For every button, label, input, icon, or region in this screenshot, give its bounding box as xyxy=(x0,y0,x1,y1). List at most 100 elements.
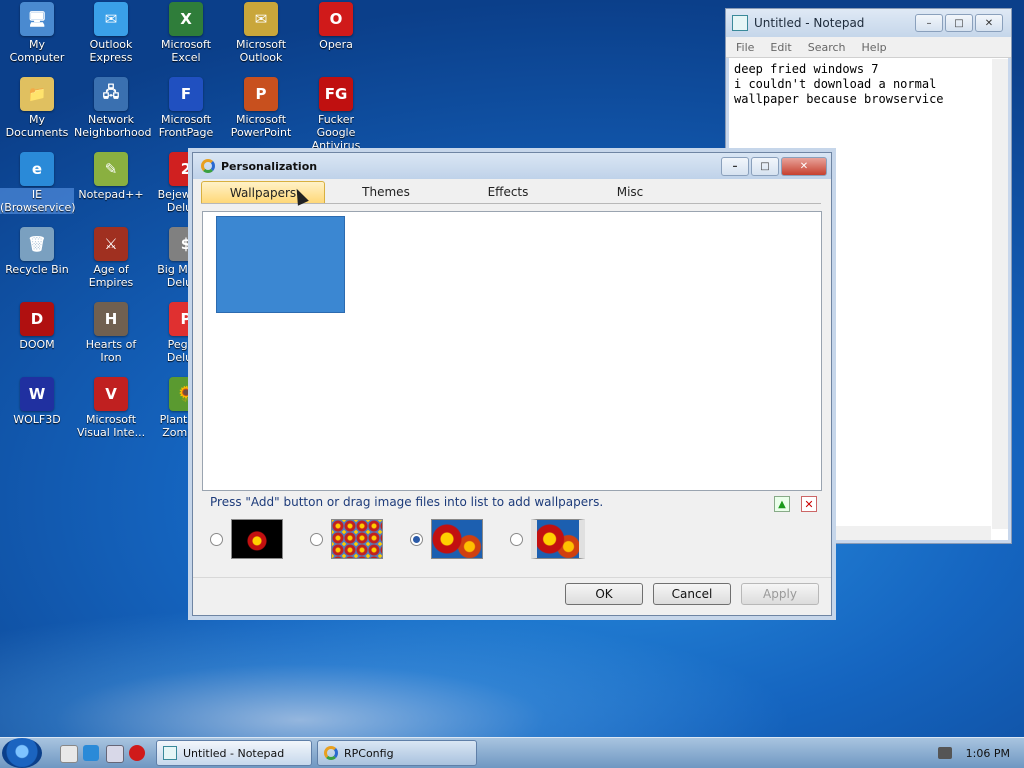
personalization-dialog: Personalization – □ ✕ Wallpapers Themes … xyxy=(192,152,832,616)
taskbar-label-rpconfig: RPConfig xyxy=(344,746,394,760)
doom-icon: D xyxy=(20,302,54,336)
desktop-icon-frontpage[interactable]: F Microsoft FrontPage xyxy=(149,77,223,139)
desktop-icon-label: Outlook Express xyxy=(89,38,133,64)
rpconfig-small-icon xyxy=(324,746,338,760)
desktop-icon-my-documents[interactable]: 📁 My Documents xyxy=(0,77,74,139)
desktop-icon-network[interactable]: 🖧 Network Neighborhood xyxy=(74,77,151,139)
wallpaper-thumbnail[interactable] xyxy=(216,216,345,313)
taskbar-item-rpconfig[interactable]: RPConfig xyxy=(317,740,477,766)
powerpoint-icon: P xyxy=(244,77,278,111)
notepad-menu: File Edit Search Help xyxy=(726,37,1011,58)
desktop-icon-my-computer[interactable]: 🖥 My Computer xyxy=(0,2,74,64)
dialog-maximize-button[interactable]: □ xyxy=(751,156,779,176)
quicklaunch-computer-icon[interactable] xyxy=(106,745,124,763)
desktop-icon-opera[interactable]: O Opera xyxy=(299,2,373,51)
maximize-button[interactable]: □ xyxy=(945,14,973,32)
desktop-icon-label: Notepad++ xyxy=(78,188,144,201)
system-tray: 1:06 PM xyxy=(928,738,1024,768)
taskbar: Untitled - Notepad RPConfig 1:06 PM xyxy=(0,737,1024,768)
desktop-icon-label: Microsoft Visual Inte... xyxy=(76,413,146,439)
desktop-icon-label: My Documents xyxy=(5,113,69,139)
rpconfig-logo-icon xyxy=(201,159,215,173)
desktop-icon-ie[interactable]: e IE (Browservice) xyxy=(0,152,76,214)
style-stretch-preview xyxy=(431,519,483,559)
dialog-close-button[interactable]: ✕ xyxy=(781,156,827,176)
outlook-express-icon: ✉ xyxy=(94,2,128,36)
desktop-icon-outlook-express[interactable]: ✉ Outlook Express xyxy=(74,2,148,64)
style-radio-stretch[interactable] xyxy=(410,532,423,546)
add-hint: Press "Add" button or drag image files i… xyxy=(210,495,604,509)
dialog-separator xyxy=(193,577,831,578)
style-fit-preview xyxy=(531,519,585,559)
style-option-stretch[interactable] xyxy=(410,519,483,559)
desktop-icon-hoi[interactable]: H Hearts of Iron xyxy=(74,302,148,364)
cancel-button[interactable]: Cancel xyxy=(653,583,731,605)
desktop-icon-aoe[interactable]: ⚔ Age of Empires xyxy=(74,227,148,289)
minimize-button[interactable]: – xyxy=(915,14,943,32)
desktop-icon-wolf3d[interactable]: W WOLF3D xyxy=(0,377,74,426)
quicklaunch-opera-icon[interactable] xyxy=(129,745,145,761)
hoi-icon: H xyxy=(94,302,128,336)
style-option-tile[interactable] xyxy=(310,519,383,559)
style-option-fit[interactable] xyxy=(510,519,585,559)
desktop-icon-outlook[interactable]: ✉ Microsoft Outlook xyxy=(224,2,298,64)
clock[interactable]: 1:06 PM xyxy=(966,747,1010,760)
desktop-icon-recycle-bin[interactable]: 🗑 Recycle Bin xyxy=(0,227,74,276)
notepadpp-icon: ✎ xyxy=(94,152,128,186)
style-radio-fit[interactable] xyxy=(510,532,523,546)
visual-interdev-icon: V xyxy=(94,377,128,411)
style-option-center[interactable] xyxy=(210,519,283,559)
quicklaunch-ie-icon[interactable] xyxy=(83,745,99,761)
desktop-icon-label: WOLF3D xyxy=(13,413,61,426)
remove-button[interactable]: ✕ xyxy=(801,496,817,512)
menu-search[interactable]: Search xyxy=(808,41,846,54)
desktop-icon-powerpoint[interactable]: P Microsoft PowerPoint xyxy=(224,77,298,139)
move-up-button[interactable]: ▲ xyxy=(774,496,790,512)
notepad-textarea[interactable]: deep fried windows 7 i couldn't download… xyxy=(726,58,1011,111)
notepad-titlebar[interactable]: Untitled - Notepad – □ ✕ xyxy=(726,9,1011,37)
notepad-title: Untitled - Notepad xyxy=(754,16,865,30)
tab-effects[interactable]: Effects xyxy=(447,181,569,203)
desktop-icon-label: Age of Empires xyxy=(88,263,134,289)
taskbar-item-notepad[interactable]: Untitled - Notepad xyxy=(156,740,312,766)
wolf3d-icon: W xyxy=(20,377,54,411)
excel-icon: X xyxy=(169,2,203,36)
quicklaunch-notepad-icon[interactable] xyxy=(60,745,78,763)
menu-help[interactable]: Help xyxy=(862,41,887,54)
desktop-icon-label: DOOM xyxy=(19,338,55,351)
close-button[interactable]: ✕ xyxy=(975,14,1003,32)
style-radio-center[interactable] xyxy=(210,532,223,546)
menu-edit[interactable]: Edit xyxy=(770,41,791,54)
desktop-icon-label: My Computer xyxy=(9,38,65,64)
desktop-icon-label: Hearts of Iron xyxy=(85,338,137,364)
desktop-icon-visual-interdev[interactable]: V Microsoft Visual Inte... xyxy=(74,377,148,439)
style-tile-preview xyxy=(331,519,383,559)
desktop-icon-excel[interactable]: X Microsoft Excel xyxy=(149,2,223,64)
dialog-minimize-button[interactable]: – xyxy=(721,156,749,176)
desktop-icon-label: Recycle Bin xyxy=(5,263,69,276)
ie-icon: e xyxy=(20,152,54,186)
desktop-icon-label: Microsoft FrontPage xyxy=(158,113,214,139)
network-icon: 🖧 xyxy=(94,77,128,111)
start-button[interactable] xyxy=(2,738,42,768)
dialog-titlebar[interactable]: Personalization – □ ✕ xyxy=(193,153,831,179)
network-icon[interactable] xyxy=(937,747,952,759)
apply-button[interactable]: Apply xyxy=(741,583,819,605)
ok-button[interactable]: OK xyxy=(565,583,643,605)
style-radio-tile[interactable] xyxy=(310,532,323,546)
notepad-icon xyxy=(732,15,748,31)
tab-misc[interactable]: Misc xyxy=(569,181,691,203)
style-center-preview xyxy=(231,519,283,559)
taskbar-label-notepad: Untitled - Notepad xyxy=(183,746,285,760)
recycle-bin-icon: 🗑 xyxy=(20,227,54,261)
desktop-icon-notepadpp[interactable]: ✎ Notepad++ xyxy=(74,152,148,201)
vertical-scrollbar[interactable] xyxy=(992,59,1008,529)
menu-file[interactable]: File xyxy=(736,41,754,54)
antivirus-icon: FG xyxy=(319,77,353,111)
desktop-icon-doom[interactable]: D DOOM xyxy=(0,302,74,351)
aoe-icon: ⚔ xyxy=(94,227,128,261)
wallpaper-list[interactable] xyxy=(202,211,822,491)
desktop-icon-label: IE (Browservice) xyxy=(0,188,76,214)
outlook-icon: ✉ xyxy=(244,2,278,36)
tab-themes[interactable]: Themes xyxy=(325,181,447,203)
